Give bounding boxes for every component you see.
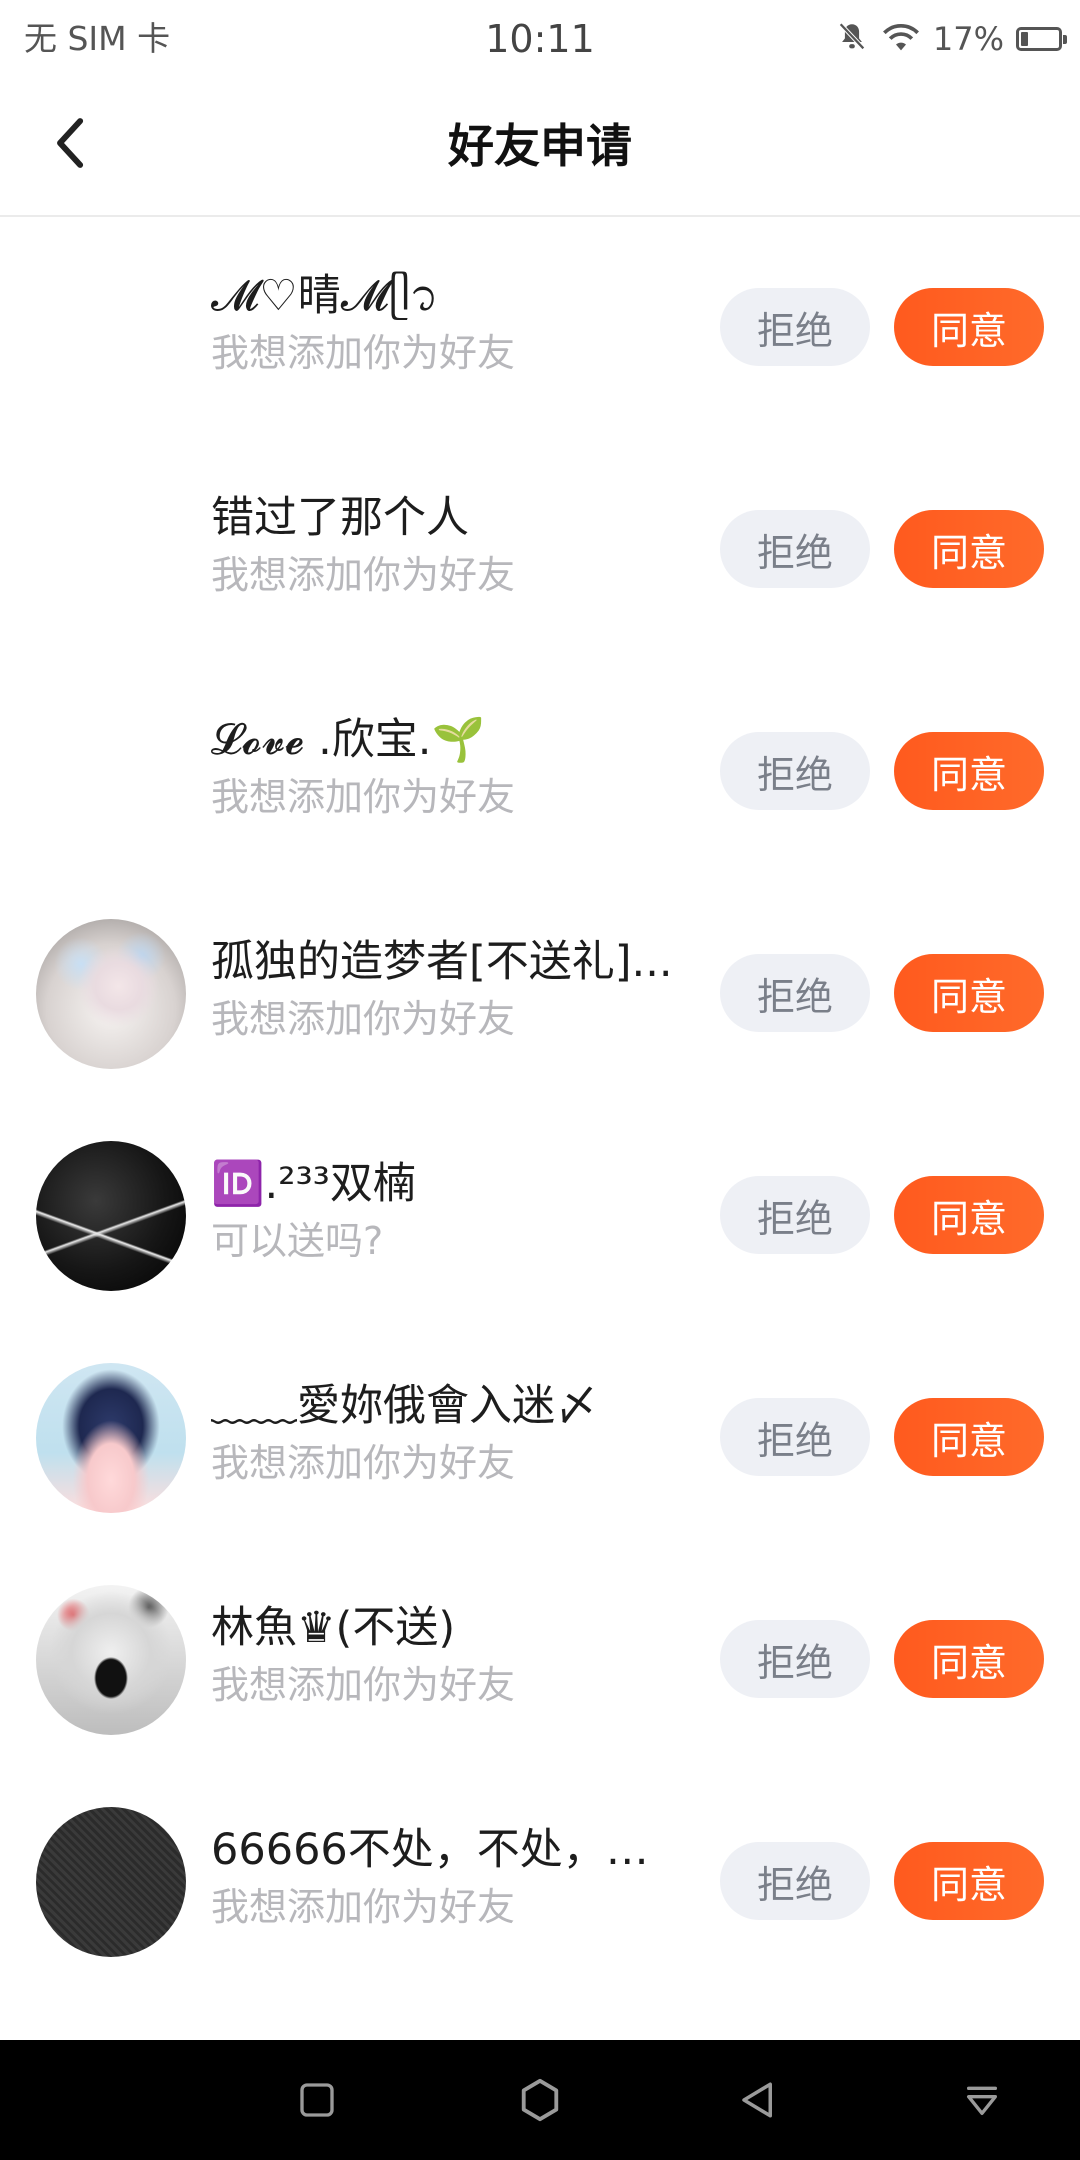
accept-button[interactable]: 同意 — [894, 288, 1044, 366]
request-row: 𝓛𝓸𝓿𝓮 .欣宝.🌱 我想添加你为好友 拒绝 同意 — [0, 661, 1080, 883]
request-message: 可以送吗? — [211, 1219, 384, 1263]
reject-button[interactable]: 拒绝 — [720, 288, 870, 366]
avatar[interactable] — [36, 1141, 186, 1291]
accept-button[interactable]: 同意 — [894, 1842, 1044, 1920]
reject-button[interactable]: 拒绝 — [720, 1398, 870, 1476]
reject-button[interactable]: 拒绝 — [720, 1620, 870, 1698]
accept-button[interactable]: 同意 — [894, 1398, 1044, 1476]
request-name: ﹏﹏愛妳俄會入迷〆 — [211, 1381, 598, 1431]
hexagon-home-icon — [521, 2078, 559, 2122]
avatar[interactable] — [36, 1585, 186, 1735]
triangle-back-icon — [742, 2082, 772, 2118]
request-name: 🆔.²³³双楠 — [211, 1159, 416, 1209]
request-message: 我想添加你为好友 — [211, 997, 516, 1041]
request-row: 𝓜♡晴𝓜ᥫ᭡ 我想添加你为好友 拒绝 同意 — [0, 217, 1080, 439]
navigation-bar — [0, 2040, 1080, 2160]
avatar[interactable] — [36, 1807, 186, 1957]
reject-button[interactable]: 拒绝 — [720, 1842, 870, 1920]
avatar[interactable] — [36, 1363, 186, 1513]
request-name: 66666不处，不处，处... — [211, 1825, 681, 1875]
accept-button[interactable]: 同意 — [894, 1620, 1044, 1698]
notification-pull-button[interactable] — [952, 2070, 1012, 2130]
request-message: 我想添加你为好友 — [211, 553, 516, 597]
request-row: 林魚♛(不送) 我想添加你为好友 拒绝 同意 — [0, 1549, 1080, 1771]
request-row: 66666不处，不处，处... 我想添加你为好友 拒绝 同意 — [0, 1771, 1080, 1993]
request-name: 孤独的造梦者[不送礼]... — [211, 937, 673, 987]
request-name: 林魚♛(不送) — [211, 1603, 456, 1653]
home-button[interactable] — [510, 2070, 570, 2130]
reject-button[interactable]: 拒绝 — [720, 1176, 870, 1254]
request-row: 🆔.²³³双楠 可以送吗? 拒绝 同意 — [0, 1105, 1080, 1327]
request-row: ﹏﹏愛妳俄會入迷〆 我想添加你为好友 拒绝 同意 — [0, 1327, 1080, 1549]
request-message: 我想添加你为好友 — [211, 1441, 516, 1485]
notification-pull-icon — [967, 2086, 997, 2115]
request-message: 我想添加你为好友 — [211, 775, 516, 819]
accept-button[interactable]: 同意 — [894, 1176, 1044, 1254]
accept-button[interactable]: 同意 — [894, 732, 1044, 810]
reject-button[interactable]: 拒绝 — [720, 954, 870, 1032]
status-icons: 17% — [835, 18, 1067, 60]
request-name: 错过了那个人 — [211, 493, 469, 543]
battery-icon — [1016, 27, 1067, 51]
square-icon — [300, 2083, 334, 2117]
request-message: 我想添加你为好友 — [211, 1885, 516, 1929]
header: 好友申请 — [0, 78, 1080, 217]
battery-percent: 17% — [932, 20, 1004, 58]
page-title: 好友申请 — [448, 119, 632, 173]
back-nav-button[interactable] — [728, 2070, 788, 2130]
reject-button[interactable]: 拒绝 — [720, 732, 870, 810]
recents-button[interactable] — [287, 2070, 347, 2130]
request-message: 我想添加你为好友 — [211, 331, 516, 375]
request-name: 𝓜♡晴𝓜ᥫ᭡ — [211, 271, 439, 321]
bell-off-icon — [835, 20, 869, 58]
accept-button[interactable]: 同意 — [894, 510, 1044, 588]
reject-button[interactable]: 拒绝 — [720, 510, 870, 588]
avatar[interactable] — [36, 919, 186, 1069]
request-row: 孤独的造梦者[不送礼]... 我想添加你为好友 拒绝 同意 — [0, 883, 1080, 1105]
wifi-icon — [881, 20, 921, 58]
accept-button[interactable]: 同意 — [894, 954, 1044, 1032]
status-bar: 无 SIM 卡 10:11 17% — [0, 0, 1080, 78]
request-name: 𝓛𝓸𝓿𝓮 .欣宝.🌱 — [211, 715, 485, 765]
request-message: 我想添加你为好友 — [211, 1663, 516, 1707]
request-row: 错过了那个人 我想添加你为好友 拒绝 同意 — [0, 439, 1080, 661]
